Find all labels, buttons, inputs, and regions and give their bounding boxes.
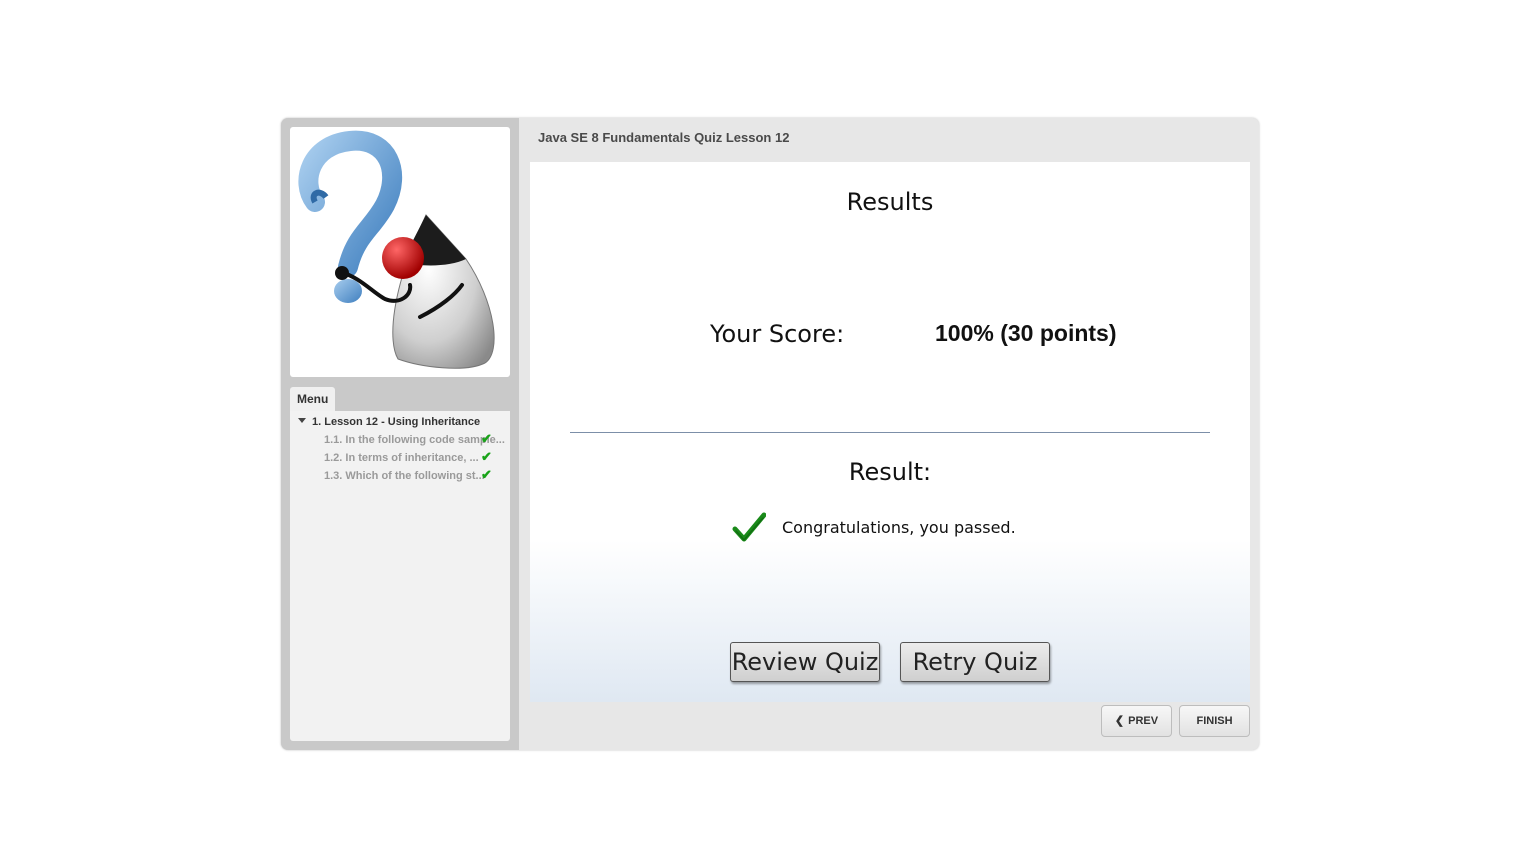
prev-label: PREV (1128, 715, 1159, 727)
main-area: Java SE 8 Fundamentals Quiz Lesson 12 Re… (519, 118, 1259, 750)
chevron-left-icon: ❮ (1114, 715, 1125, 727)
finish-button[interactable]: FINISH (1179, 705, 1250, 737)
menu-lesson-item[interactable]: 1. Lesson 12 - Using Inheritance (298, 416, 480, 428)
sidebar: Menu 1. Lesson 12 - Using Inheritance 1.… (281, 118, 519, 750)
menu-question-1[interactable]: 1.1. In the following code sample... ✔ (324, 434, 506, 446)
results-heading: Results (846, 188, 934, 216)
logo-panel (290, 127, 510, 377)
result-label: Result: (848, 458, 932, 486)
menu-question-label: 1.1. In the following code sample... (324, 434, 505, 446)
green-checkmark-icon (732, 512, 766, 542)
finish-label: FINISH (1196, 715, 1233, 727)
menu-question-label: 1.2. In terms of inheritance, ... (324, 452, 479, 464)
duke-question-mark-icon (298, 130, 495, 369)
checkmark-icon: ✔ (481, 434, 492, 446)
result-message: Congratulations, you passed. (782, 518, 1016, 537)
tab-menu[interactable]: Menu (290, 387, 335, 411)
menu-question-label: 1.3. Which of the following st... (324, 470, 485, 482)
menu-question-3[interactable]: 1.3. Which of the following st... ✔ (324, 470, 506, 482)
review-quiz-button[interactable]: Review Quiz (730, 642, 880, 682)
quiz-title: Java SE 8 Fundamentals Quiz Lesson 12 (538, 130, 790, 145)
menu-lesson-label: 1. Lesson 12 - Using Inheritance (312, 416, 481, 428)
quiz-player: Menu 1. Lesson 12 - Using Inheritance 1.… (281, 118, 1259, 750)
score-value: 100% (30 points) (935, 320, 1117, 346)
checkmark-icon: ✔ (481, 470, 492, 482)
checkmark-icon: ✔ (481, 452, 492, 464)
divider (570, 432, 1210, 433)
prev-button[interactable]: ❮ PREV (1101, 705, 1172, 737)
menu-question-2[interactable]: 1.2. In terms of inheritance, ... ✔ (324, 452, 506, 464)
score-label: Your Score: (710, 320, 845, 348)
retry-quiz-button[interactable]: Retry Quiz (900, 642, 1050, 682)
menu-panel: 1. Lesson 12 - Using Inheritance 1.1. In… (290, 411, 510, 741)
caret-down-icon[interactable] (298, 418, 306, 423)
results-slide: Results Your Score: 100% (30 points) Res… (530, 162, 1250, 702)
